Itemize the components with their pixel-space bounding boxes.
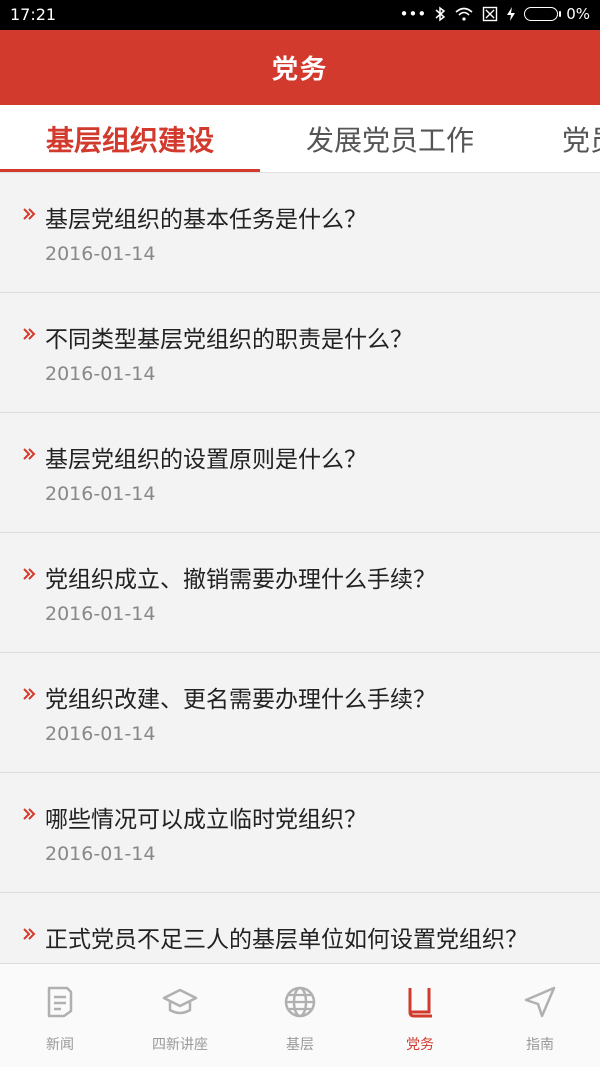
- status-bar: 17:21 ••• 0%: [0, 0, 600, 30]
- more-dots-icon: •••: [399, 5, 427, 23]
- nav-item-lecture[interactable]: 四新讲座: [120, 964, 240, 1067]
- tab-party-member[interactable]: 党员: [520, 105, 600, 172]
- nav-item-guide[interactable]: 指南: [480, 964, 600, 1067]
- list-item-date: 2016-01-14: [45, 483, 156, 505]
- list-item[interactable]: 不同类型基层党组织的职责是什么？ 2016-01-14: [0, 293, 600, 413]
- bluetooth-icon: [435, 6, 446, 22]
- double-chevron-right-icon: [23, 328, 36, 340]
- double-chevron-right-icon: [23, 928, 36, 940]
- article-list: 基层党组织的基本任务是什么？ 2016-01-14 不同类型基层党组织的职责是什…: [0, 173, 600, 963]
- double-chevron-right-icon: [23, 808, 36, 820]
- list-item-title: 不同类型基层党组织的职责是什么？: [45, 327, 413, 353]
- nav-item-news[interactable]: 新闻: [0, 964, 120, 1067]
- list-item[interactable]: 哪些情况可以成立临时党组织？ 2016-01-14: [0, 773, 600, 893]
- wifi-icon: [455, 7, 473, 21]
- list-item[interactable]: 党组织改建、更名需要办理什么手续？ 2016-01-14: [0, 653, 600, 773]
- list-item-title: 党组织成立、撤销需要办理什么手续？: [45, 567, 436, 593]
- double-chevron-right-icon: [23, 568, 36, 580]
- list-item[interactable]: 基层党组织的设置原则是什么？ 2016-01-14: [0, 413, 600, 533]
- news-icon: [47, 986, 73, 1018]
- list-item-date: 2016-01-14: [45, 363, 156, 385]
- nav-label: 基层: [286, 1037, 314, 1053]
- list-item-title: 正式党员不足三人的基层单位如何设置党组织？: [45, 927, 528, 953]
- tab-grassroots-organization[interactable]: 基层组织建设: [0, 105, 260, 172]
- nav-label: 四新讲座: [152, 1037, 208, 1053]
- list-item[interactable]: 党组织成立、撤销需要办理什么手续？ 2016-01-14: [0, 533, 600, 653]
- double-chevron-right-icon: [23, 448, 36, 460]
- nav-label: 新闻: [46, 1037, 74, 1053]
- nav-item-grassroots[interactable]: 基层: [240, 964, 360, 1067]
- list-item[interactable]: 基层党组织的基本任务是什么？ 2016-01-14: [0, 173, 600, 293]
- navigation-arrow-icon: [524, 986, 556, 1018]
- book-icon: [408, 988, 432, 1018]
- list-item-title: 基层党组织的基本任务是什么？: [45, 207, 367, 233]
- double-chevron-right-icon: [23, 208, 36, 220]
- status-time: 17:21: [10, 5, 57, 24]
- list-item-date: 2016-01-14: [45, 243, 156, 265]
- double-chevron-right-icon: [23, 688, 36, 700]
- tab-party-member-development[interactable]: 发展党员工作: [260, 105, 520, 172]
- list-item[interactable]: 正式党员不足三人的基层单位如何设置党组织？: [0, 893, 600, 963]
- list-item-date: 2016-01-14: [45, 723, 156, 745]
- list-item-date: 2016-01-14: [45, 843, 156, 865]
- list-item-title: 基层党组织的设置原则是什么？: [45, 447, 367, 473]
- battery-icon: [524, 7, 562, 21]
- app-header: 党务: [0, 30, 600, 105]
- tab-indicator: [0, 169, 260, 172]
- bottom-nav: 新闻 四新讲座 基层 党务 指南: [0, 963, 600, 1067]
- nav-label: 指南: [526, 1037, 554, 1053]
- tab-bar: 基层组织建设 发展党员工作 党员: [0, 105, 600, 173]
- list-item-title: 党组织改建、更名需要办理什么手续？: [45, 687, 436, 713]
- list-item-title: 哪些情况可以成立临时党组织？: [45, 807, 367, 833]
- nav-label: 党务: [406, 1037, 434, 1053]
- no-sim-icon: [483, 6, 498, 22]
- globe-icon: [284, 986, 316, 1018]
- battery-percent: 0%: [566, 5, 590, 23]
- list-item-date: 2016-01-14: [45, 603, 156, 625]
- graduation-cap-icon: [162, 988, 198, 1015]
- charging-icon: [507, 7, 516, 21]
- nav-item-party-affairs[interactable]: 党务: [360, 964, 480, 1067]
- page-title: 党务: [271, 55, 328, 85]
- status-icons: ••• 0%: [400, 5, 590, 23]
